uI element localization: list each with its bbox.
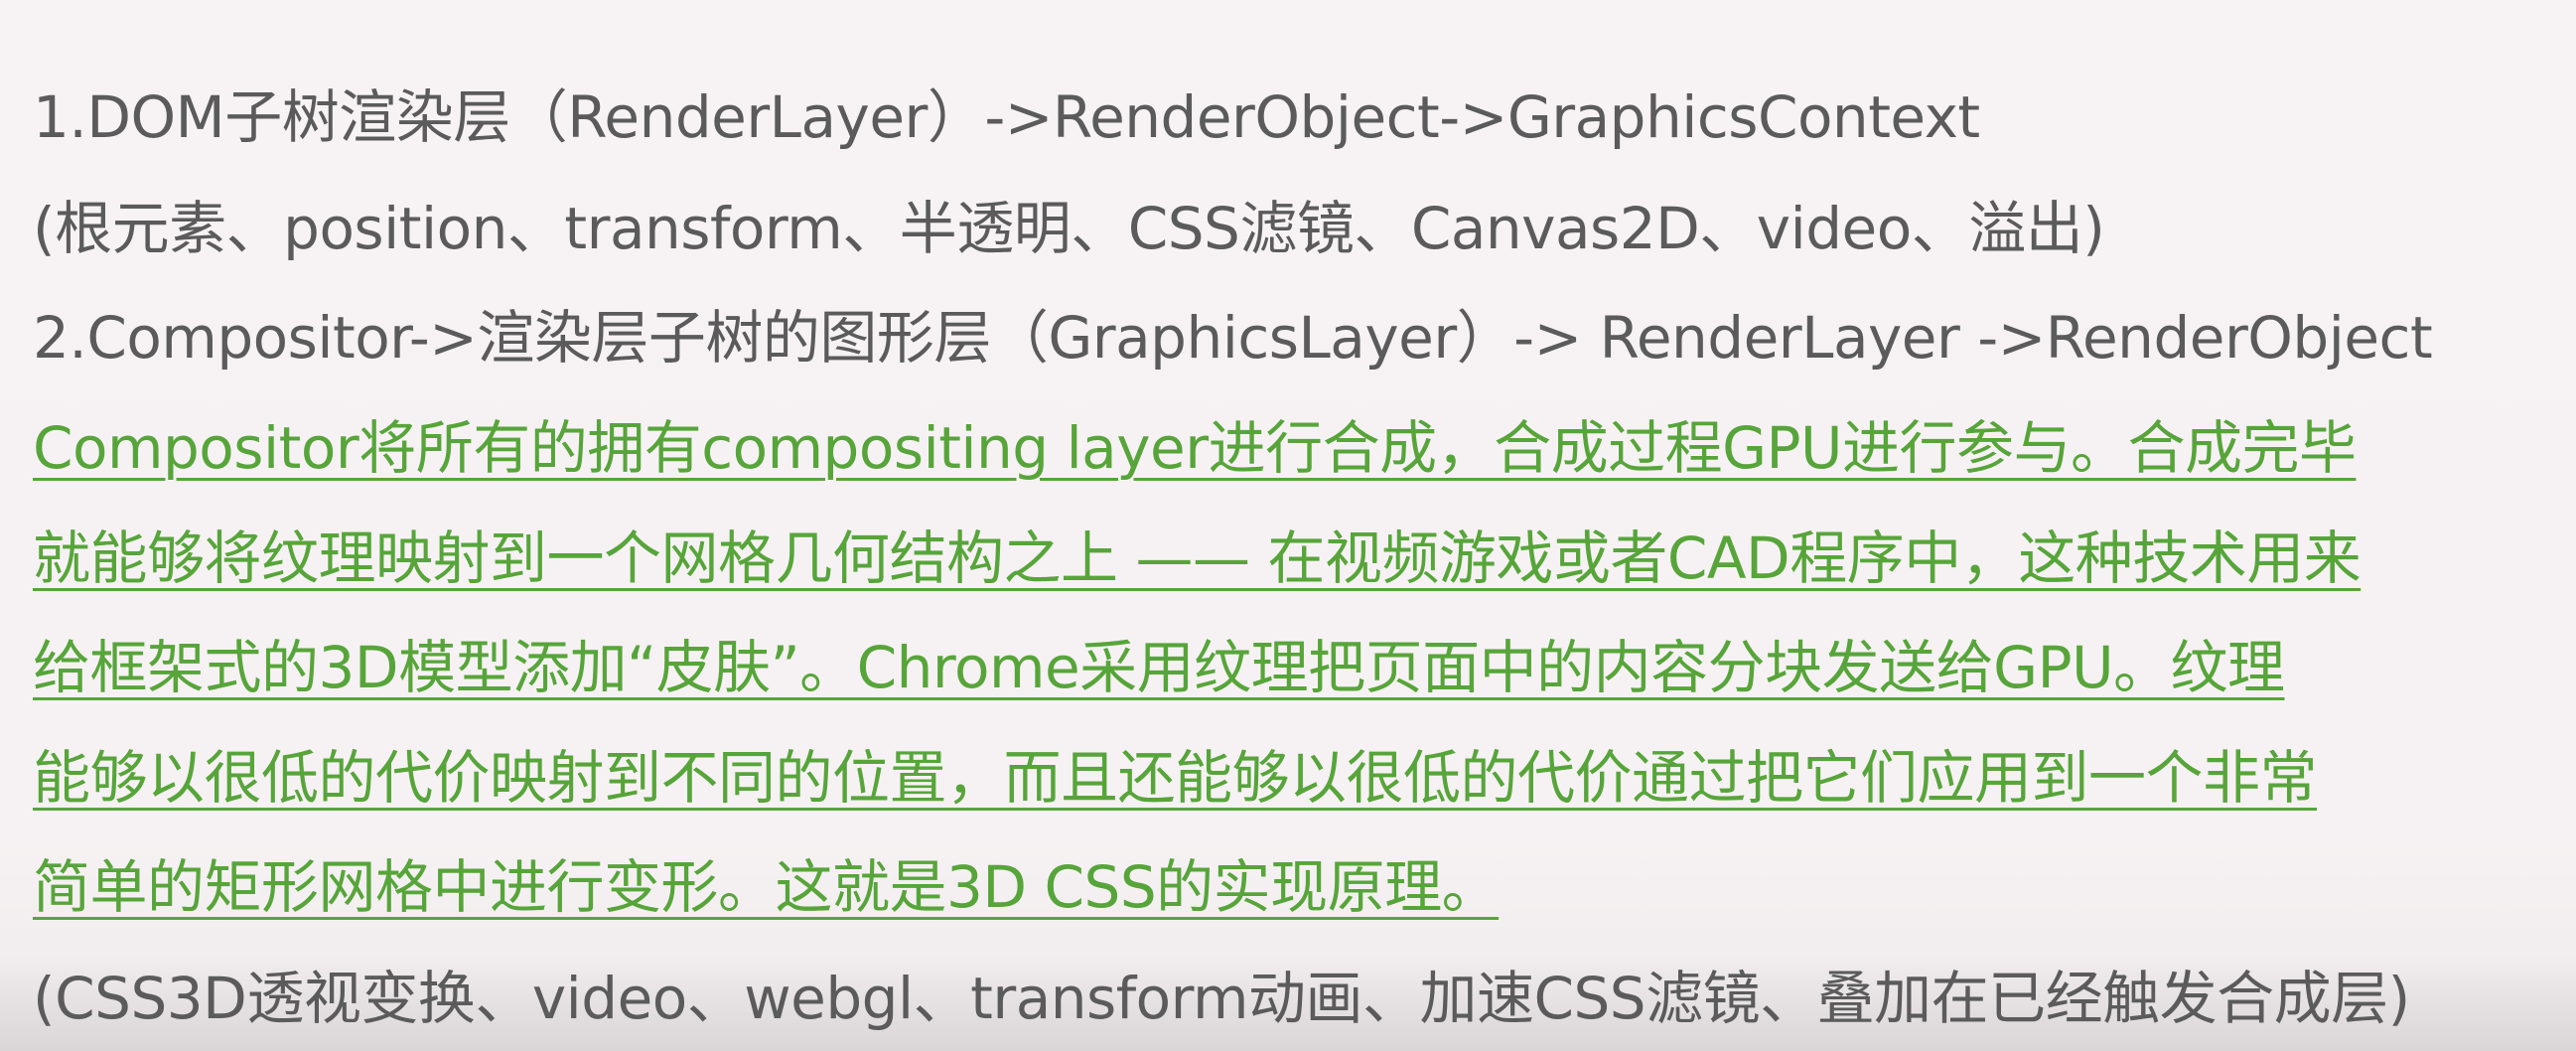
line-compositor-graphics-layer: 2.Compositor->渲染层子树的图形层（GraphicsLayer）->… [33,304,2433,372]
slide-page: 1.DOM子树渲染层（RenderLayer）->RenderObject->G… [0,0,2576,1051]
line-compositor-description-4: 能够以很低的代价映射到不同的位置，而且还能够以很低的代价通过把它们应用到一个非常 [33,744,2318,812]
line-render-layer-conditions: (根元素、position、transform、半透明、CSS滤镜、Canvas… [33,195,2105,262]
line-compositor-description-2: 就能够将纹理映射到一个网格几何结构之上 —— 在视频游戏或者CAD程序中，这种技… [33,525,2361,592]
line-compositing-layer-conditions: (CSS3D透视变换、video、webgl、transform动画、加速CSS… [33,965,2410,1032]
line-dom-render-layer: 1.DOM子树渲染层（RenderLayer）->RenderObject->G… [33,83,1980,151]
line-compositor-description-5: 简单的矩形网格中进行变形。这就是3D CSS的实现原理。 [33,853,1500,921]
line-compositor-description-1: Compositor将所有的拥有compositing layer进行合成，合成… [33,414,2357,482]
line-compositor-description-3: 给框架式的3D模型添加“皮肤”。Chrome采用纹理把页面中的内容分块发送给GP… [33,634,2285,701]
